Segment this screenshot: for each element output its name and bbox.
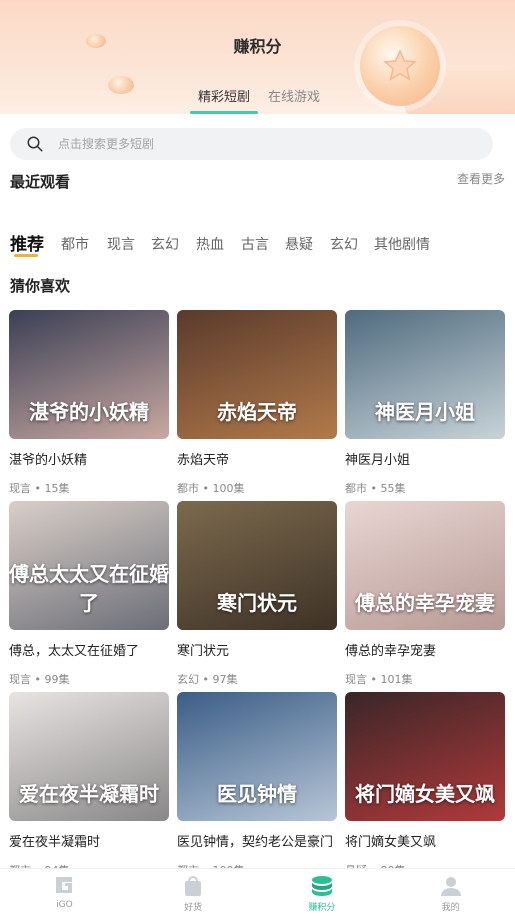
user-icon (440, 877, 461, 896)
category-tab[interactable]: 都市 (61, 234, 89, 254)
poster-title: 寒门状元 (217, 591, 297, 615)
nav-label: iGO (56, 900, 73, 910)
drama-meta: 现言 • 15集 (9, 482, 70, 495)
drama-card[interactable]: 傅总的幸孕宠妻 傅总的幸孕宠妻 现言 • 101集 (345, 501, 505, 687)
drama-meta: 都市 • 55集 (345, 482, 406, 495)
shopping-bag-icon (185, 876, 202, 896)
see-more-link[interactable]: 查看更多 (457, 170, 505, 187)
category-tab[interactable]: 热血 (196, 234, 224, 254)
drama-card[interactable]: 将门嫡女美又飒 将门嫡女美又飒 悬疑 • 80集 (345, 692, 505, 878)
drama-card[interactable]: 寒门状元 寒门状元 玄幻 • 97集 (177, 501, 337, 687)
tab-online-games[interactable]: 在线游戏 (268, 86, 320, 105)
decorative-coin-icon (108, 76, 134, 94)
poster-title: 将门嫡女美又飒 (355, 782, 495, 806)
drama-title: 傅总，太太又在征婚了 (9, 644, 140, 659)
recent-title: 最近观看 (10, 173, 71, 191)
drama-card[interactable]: 赤焰天帝 赤焰天帝 都市 • 100集 (177, 310, 337, 496)
category-tab[interactable]: 古言 (241, 234, 269, 254)
nav-profile[interactable]: 我的 (386, 869, 515, 916)
category-tab[interactable]: 其他剧情 (374, 234, 430, 254)
drama-title: 神医月小姐 (345, 453, 411, 468)
drama-meta: 玄幻 • 97集 (177, 673, 238, 686)
igo-logo-icon (56, 877, 73, 893)
drama-title: 医见钟情，契约老公是豪门 (177, 835, 334, 850)
nav-label: 好货 (184, 903, 203, 913)
drama-title: 赤焰天帝 (177, 453, 230, 468)
search-icon (27, 136, 43, 152)
drama-card[interactable]: 湛爷的小妖精 湛爷的小妖精 现言 • 15集 (9, 310, 169, 496)
page-title: 赚积分 (233, 37, 282, 56)
category-tab[interactable]: 现言 (107, 234, 135, 254)
category-tab[interactable]: 玄幻 (151, 234, 179, 254)
search-input[interactable] (58, 137, 458, 151)
nav-label: 我的 (441, 903, 460, 913)
drama-title: 傅总的幸孕宠妻 (345, 644, 437, 659)
drama-poster[interactable]: 将门嫡女美又飒 (345, 692, 505, 821)
nav-label: 赚积分 (308, 903, 336, 913)
poster-title: 医见钟情 (217, 782, 297, 806)
drama-poster[interactable]: 医见钟情 (177, 692, 337, 821)
poster-title: 爱在夜半凝霜时 (19, 782, 159, 806)
drama-card[interactable]: 神医月小姐 神医月小姐 都市 • 55集 (345, 310, 505, 496)
category-tab-recommend[interactable]: 推荐 (10, 230, 44, 255)
drama-card[interactable]: 爱在夜半凝霜时 爱在夜半凝霜时 都市 • 94集 (9, 692, 169, 878)
nav-igo[interactable]: iGO (0, 869, 129, 916)
drama-poster[interactable]: 寒门状元 (177, 501, 337, 630)
search-bar[interactable] (10, 128, 493, 160)
tab-short-drama[interactable]: 精彩短剧 (198, 86, 250, 105)
recommend-title: 猜你喜欢 (10, 277, 71, 295)
category-tabs: 推荐 都市 现言 玄幻 热血 古言 悬疑 玄幻 其他剧情 (10, 230, 505, 260)
nav-earn-points[interactable]: 赚积分 (258, 869, 387, 916)
drama-poster[interactable]: 湛爷的小妖精 (9, 310, 169, 439)
poster-title: 赤焰天帝 (217, 400, 297, 424)
category-active-indicator (14, 254, 38, 257)
drama-poster[interactable]: 傅总太太又在征婚了 (9, 501, 169, 630)
drama-poster[interactable]: 傅总的幸孕宠妻 (345, 501, 505, 630)
poster-title: 湛爷的小妖精 (29, 400, 149, 424)
drama-title: 寒门状元 (177, 644, 230, 659)
drama-poster[interactable]: 爱在夜半凝霜时 (9, 692, 169, 821)
category-tab[interactable]: 玄幻 (330, 234, 358, 254)
drama-title: 湛爷的小妖精 (9, 453, 88, 468)
drama-meta: 都市 • 100集 (177, 482, 245, 495)
drama-meta: 现言 • 101集 (345, 673, 413, 686)
category-tab[interactable]: 悬疑 (285, 234, 313, 254)
drama-poster[interactable]: 赤焰天帝 (177, 310, 337, 439)
poster-title: 神医月小姐 (375, 400, 475, 424)
drama-poster[interactable]: 神医月小姐 (345, 310, 505, 439)
poster-title: 傅总的幸孕宠妻 (355, 591, 495, 615)
poster-title: 傅总太太又在征婚了 (9, 562, 169, 615)
drama-card[interactable]: 医见钟情 医见钟情，契约老公是豪门 都市 • 100集 (177, 692, 337, 878)
drama-card[interactable]: 傅总太太又在征婚了 傅总，太太又在征婚了 现言 • 99集 (9, 501, 169, 687)
drama-title: 将门嫡女美又飒 (345, 835, 437, 850)
active-tab-indicator (190, 111, 258, 114)
header-banner: 赚积分 (0, 0, 515, 114)
coin-stack-icon (311, 876, 332, 896)
drama-title: 爱在夜半凝霜时 (9, 835, 101, 850)
bottom-navigation: iGO 好货 赚积分 我的 (0, 868, 515, 916)
nav-goods[interactable]: 好货 (129, 869, 258, 916)
drama-meta: 现言 • 99集 (9, 673, 70, 686)
